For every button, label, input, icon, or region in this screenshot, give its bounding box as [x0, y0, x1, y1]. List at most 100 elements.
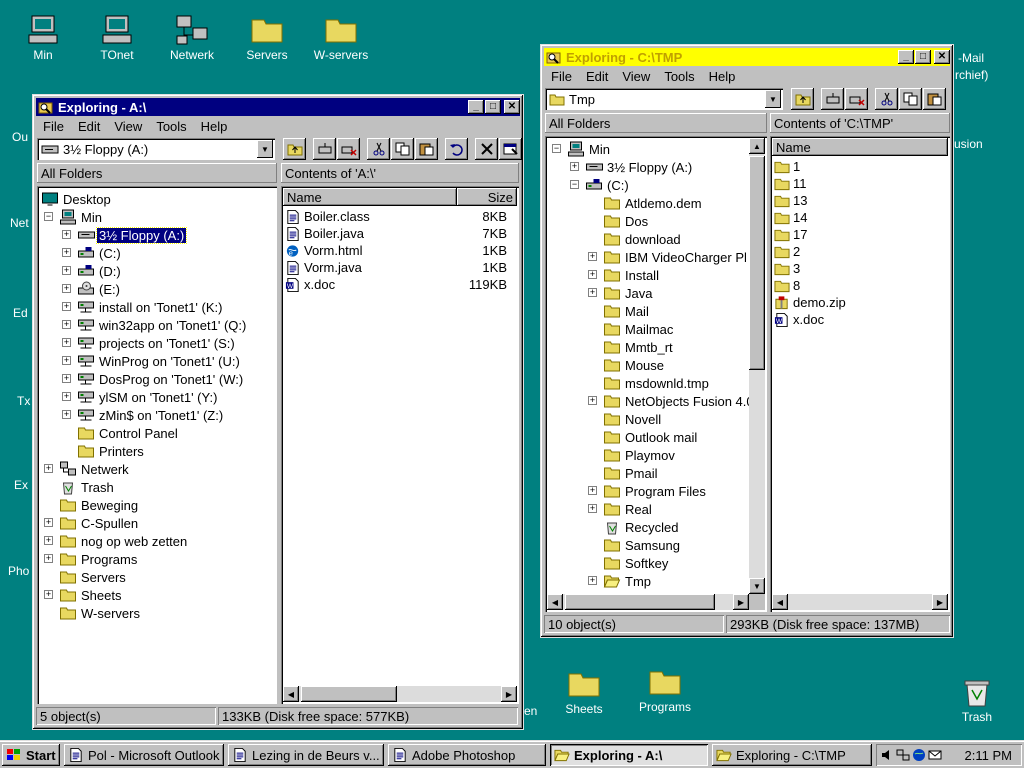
file-row[interactable]: 1 — [774, 158, 800, 175]
cut-button[interactable] — [875, 88, 898, 110]
horizontal-scrollbar[interactable]: ◀ ▶ — [283, 686, 517, 702]
file-row[interactable]: 3 — [774, 260, 800, 277]
file-row[interactable]: 17 — [774, 226, 807, 243]
scroll-right-icon[interactable]: ▶ — [932, 594, 948, 610]
desktop-icon-label-partial[interactable]: Ed — [13, 306, 28, 320]
column-header-size[interactable]: Size — [457, 188, 517, 206]
start-button[interactable]: Start — [2, 744, 60, 766]
explorer-window-tmp[interactable]: Exploring - C:\TMP _ □ ✕ File Edit View … — [540, 44, 954, 638]
expand-toggle[interactable]: − — [44, 212, 53, 221]
expand-toggle[interactable]: + — [62, 284, 71, 293]
file-row[interactable]: Boiler.class 8KB — [285, 208, 513, 225]
minimize-button[interactable]: _ — [898, 50, 914, 64]
tree-item[interactable]: Dos — [603, 212, 650, 230]
expand-toggle[interactable]: + — [588, 252, 597, 261]
tree-item[interactable]: nog op web zetten — [59, 532, 189, 550]
scroll-down-icon[interactable]: ▼ — [749, 578, 765, 594]
map-drive-button[interactable] — [313, 138, 336, 160]
tree-item[interactable]: 3½ Floppy (A:) — [585, 158, 694, 176]
expand-toggle[interactable]: + — [62, 356, 71, 365]
tree-item[interactable]: download — [603, 230, 683, 248]
menu-edit[interactable]: Edit — [71, 119, 107, 134]
tree-item[interactable]: Softkey — [603, 554, 670, 572]
tree-item[interactable]: Sheets — [59, 586, 123, 604]
expand-toggle[interactable]: + — [588, 396, 597, 405]
file-row[interactable]: e Vorm.html 1KB — [285, 242, 513, 259]
tree-item[interactable]: Recycled — [603, 518, 680, 536]
tree-item[interactable]: Atldemo.dem — [603, 194, 704, 212]
tree-item[interactable]: Mmtb_rt — [603, 338, 675, 356]
undo-button[interactable] — [445, 138, 468, 160]
menu-edit[interactable]: Edit — [579, 69, 615, 84]
paste-button[interactable] — [415, 138, 438, 160]
desktop-icon-sheets[interactable]: Sheets — [544, 668, 624, 716]
tree-item[interactable]: DosProg on 'Tonet1' (W:) — [77, 370, 245, 388]
file-row[interactable]: 2 — [774, 243, 800, 260]
scroll-left-icon[interactable]: ◀ — [772, 594, 788, 610]
scroll-thumb[interactable] — [301, 686, 397, 702]
file-row[interactable]: demo.zip — [774, 294, 846, 311]
vertical-scrollbar[interactable]: ▲ ▼ — [749, 138, 765, 594]
tree-item[interactable]: (D:) — [77, 262, 123, 280]
scroll-right-icon[interactable]: ▶ — [733, 594, 749, 610]
file-row[interactable]: 11 — [774, 175, 807, 192]
file-row[interactable]: Wx.doc 119KB — [285, 276, 513, 293]
tree-item[interactable]: Programs — [59, 550, 139, 568]
expand-toggle[interactable]: + — [44, 464, 53, 473]
folder-tree[interactable]: − Min +3½ Floppy (A:) − (C:) Atldemo.dem Dos do… — [545, 136, 767, 612]
desktop-icon-servers[interactable]: Servers — [227, 14, 307, 62]
desktop-icon-min[interactable]: Min — [3, 14, 83, 62]
tree-item[interactable]: Real — [603, 500, 654, 518]
tree-item[interactable]: W-servers — [59, 604, 142, 622]
scroll-right-icon[interactable]: ▶ — [501, 686, 517, 702]
expand-toggle[interactable]: + — [62, 410, 71, 419]
expand-toggle[interactable]: + — [44, 536, 53, 545]
expand-toggle[interactable]: − — [570, 180, 579, 189]
desktop-icon-label-partial[interactable]: en — [524, 704, 537, 718]
explorer-window-a[interactable]: Exploring - A:\ _ □ ✕ File Edit View Too… — [32, 94, 524, 730]
address-combo[interactable]: 3½ Floppy (A:) ▼ — [37, 138, 275, 160]
close-button[interactable]: ✕ — [934, 50, 950, 64]
file-row[interactable]: Vorm.java 1KB — [285, 259, 513, 276]
menu-help[interactable]: Help — [194, 119, 235, 134]
file-list[interactable]: Name Size Boiler.class 8KB Boiler.java 7KB e Vo… — [281, 186, 519, 704]
speaker-icon[interactable] — [880, 748, 894, 762]
file-row[interactable]: 8 — [774, 277, 800, 294]
file-row[interactable]: Wx.doc — [774, 311, 824, 328]
tree-item[interactable]: (C:) — [585, 176, 631, 194]
taskbar-button[interactable]: Lezing in de Beurs v... — [228, 744, 384, 766]
tree-item[interactable]: Mail — [603, 302, 651, 320]
dropdown-arrow-icon[interactable]: ▼ — [765, 90, 781, 108]
tree-item[interactable]: Desktop — [41, 190, 113, 208]
tree-item[interactable]: install on 'Tonet1' (K:) — [77, 298, 224, 316]
tree-item[interactable]: zMin$ on 'Tonet1' (Z:) — [77, 406, 225, 424]
tree-item[interactable]: Beweging — [59, 496, 140, 514]
tree-item[interactable]: Install — [603, 266, 661, 284]
expand-toggle[interactable]: + — [570, 162, 579, 171]
dropdown-arrow-icon[interactable]: ▼ — [257, 140, 273, 158]
desktop-icon-label-partial[interactable]: Tx — [17, 394, 30, 408]
tree-item[interactable]: Min — [59, 208, 104, 226]
menu-file[interactable]: File — [544, 69, 579, 84]
desktop-icon-tonet[interactable]: TOnet — [77, 14, 157, 62]
scroll-thumb[interactable] — [749, 156, 765, 370]
tree-item[interactable]: Java — [603, 284, 654, 302]
tree-item[interactable]: WinProg on 'Tonet1' (U:) — [77, 352, 242, 370]
menu-view[interactable]: View — [107, 119, 149, 134]
file-list[interactable]: Name 1 11 13 14 17 2 3 8 demo.zip Wx.doc ◀ ▶ — [770, 136, 950, 612]
scroll-left-icon[interactable]: ◀ — [283, 686, 299, 702]
taskbar-button[interactable]: Exploring - C:\TMP — [712, 744, 872, 766]
folder-tree[interactable]: Desktop − Min +3½ Floppy (A:) + (C:) + (D:) + (E:… — [37, 186, 277, 704]
minimize-button[interactable]: _ — [468, 100, 484, 114]
explorer-tmp-titlebar[interactable]: Exploring - C:\TMP _ □ ✕ — [544, 48, 950, 66]
desktop-icon-netwerk[interactable]: Netwerk — [152, 14, 232, 62]
tree-item[interactable]: Trash — [59, 478, 116, 496]
desktop-icon-label-partial[interactable]: rchief) — [955, 68, 988, 82]
expand-toggle[interactable]: + — [62, 248, 71, 257]
file-row[interactable]: 13 — [774, 192, 807, 209]
tree-item[interactable]: projects on 'Tonet1' (S:) — [77, 334, 237, 352]
horizontal-scrollbar[interactable]: ◀ ▶ — [772, 594, 948, 610]
maximize-button[interactable]: □ — [915, 50, 931, 64]
up-one-level-button[interactable] — [283, 138, 306, 160]
mail-tray-icon[interactable] — [928, 748, 942, 762]
